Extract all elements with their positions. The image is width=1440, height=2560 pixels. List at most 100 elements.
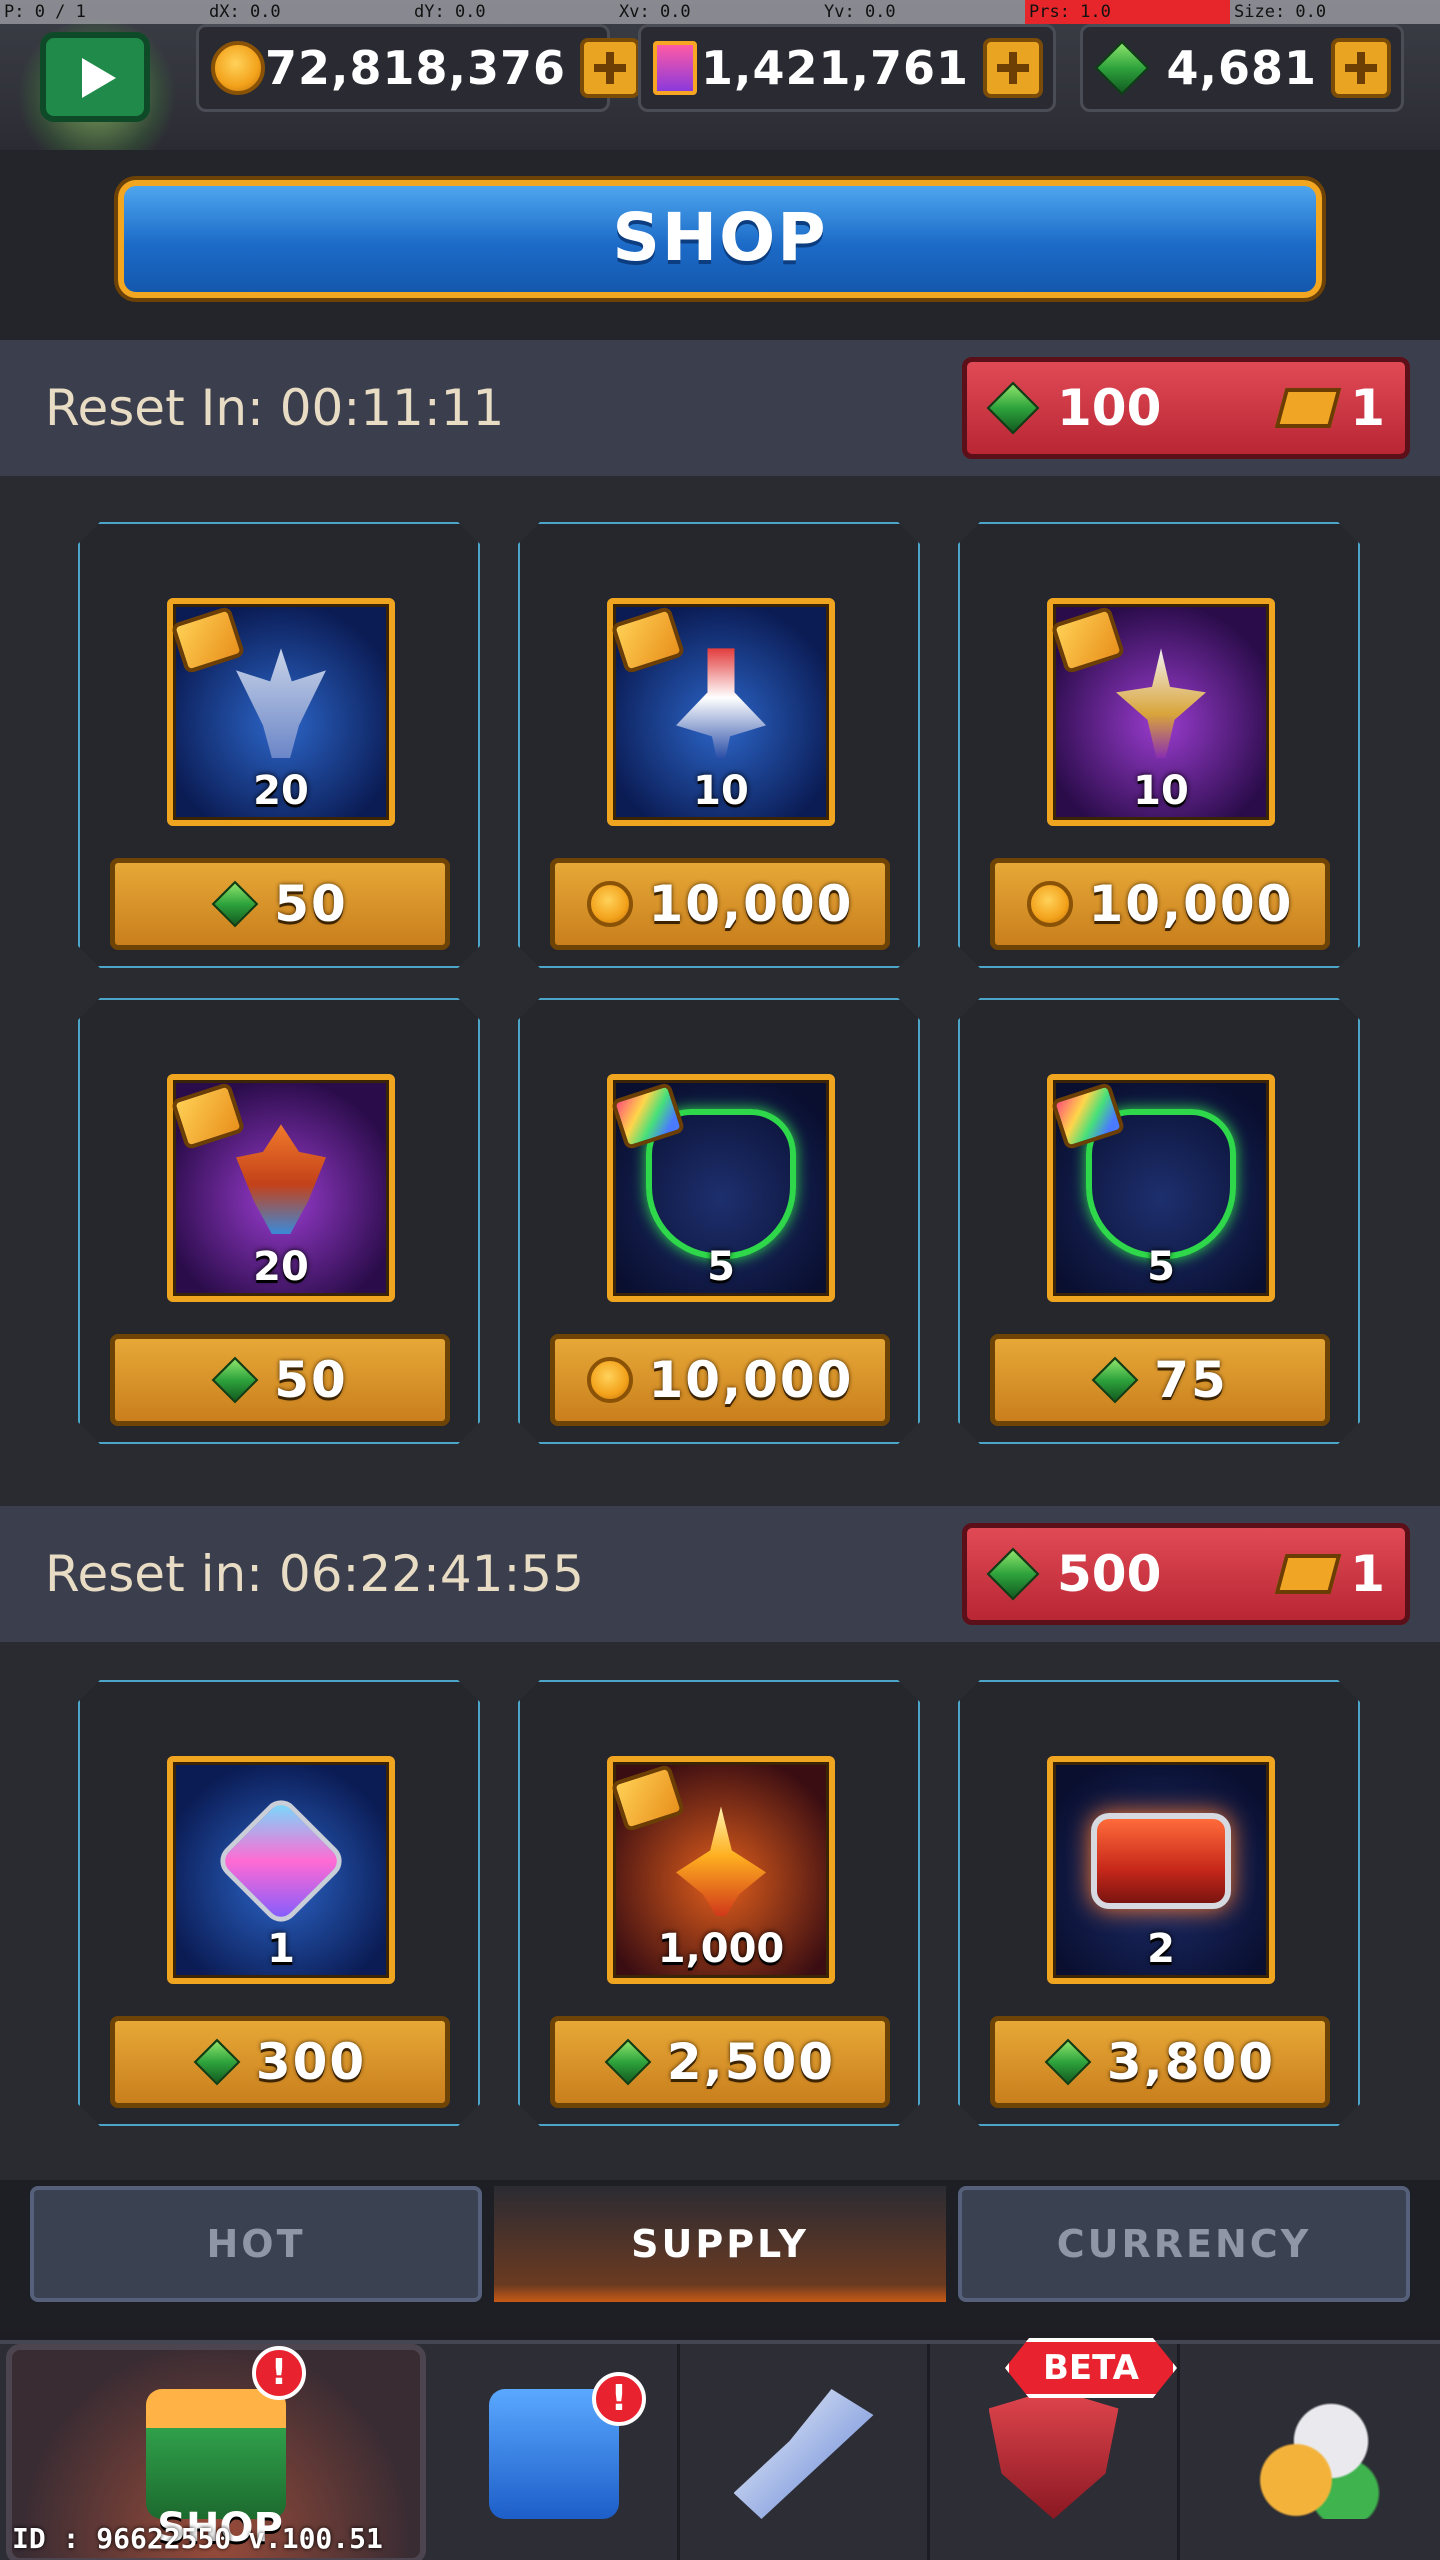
card-icon [653,41,697,95]
gem-amount: 4,681 [1166,41,1317,95]
section2-ticket-count: 1 [1350,1545,1385,1603]
add-gems-button[interactable] [1331,38,1391,98]
item-quantity: 10 [1133,768,1189,814]
nav-rewards[interactable] [1180,2344,1440,2560]
shop-header: SHOP [0,150,1440,340]
section1-refresh-cost: 100 [1057,379,1162,437]
gem-icon [1091,1356,1139,1404]
section1-ticket-count: 1 [1350,379,1385,437]
shop-item-card[interactable]: 1 300 [78,1680,480,2126]
item-price-button[interactable]: 3,800 [990,2016,1330,2108]
section1-reset-bar: Reset In: 00:11:11 100 1 [0,340,1440,476]
section2-reset-timer: Reset in: 06:22:41:55 [45,1545,584,1603]
video-ad-button[interactable] [12,10,182,170]
coin-counter: 72,818,376 [196,24,641,112]
coin-icon [586,1357,633,1403]
coin-icon [586,881,633,927]
tab-supply[interactable]: SUPPLY [494,2186,946,2302]
item-price: 10,000 [648,875,854,933]
coin-icon [211,41,265,95]
card-counter: 1,421,761 [638,24,1056,112]
coin-icon [1026,881,1073,927]
debug-dy: dY: 0.0 [414,2,486,22]
nav-ships[interactable] [680,2344,930,2560]
crystal-badge-icon [213,1793,349,1930]
item-frame: 1 [167,1756,395,1984]
item-price-button[interactable]: 50 [110,858,450,950]
gold-puzzle-piece-icon [170,605,246,675]
add-cards-button[interactable] [983,38,1043,98]
shop-item-card[interactable]: 10 10,000 [518,522,920,968]
add-coins-button[interactable] [580,38,641,98]
shop-item-card[interactable]: 2 3,800 [958,1680,1360,2126]
item-price: 300 [255,2033,367,2091]
shop-item-card[interactable]: 20 50 [78,998,480,1444]
item-quantity: 20 [253,768,309,814]
item-price: 10,000 [1088,875,1294,933]
ship-art-icon [236,648,326,759]
coin-amount: 72,818,376 [265,41,567,95]
chest-alert-badge: ! [592,2372,646,2426]
section1-refresh-button[interactable]: 100 1 [962,357,1410,459]
item-frame: 20 [167,1074,395,1302]
shop-item-card[interactable]: 5 75 [958,998,1360,1444]
item-price: 50 [274,875,348,933]
gem-icon [193,2038,241,2086]
shop-item-card[interactable]: 10 10,000 [958,522,1360,968]
item-quantity: 5 [707,1244,735,1290]
refresh-ticket-icon [1274,388,1342,428]
shop-alert-badge: ! [252,2346,306,2400]
ship-art-icon [1116,648,1206,759]
gem-icon [986,1547,1040,1601]
gem-icon [986,381,1040,435]
shop-item-card[interactable]: 5 10,000 [518,998,920,1444]
shop-item-card[interactable]: 20 50 [78,522,480,968]
beta-badge: BETA [1005,2338,1177,2398]
category-tabs: HOT SUPPLY CURRENCY [0,2180,1440,2330]
refresh-ticket-icon [1274,1554,1342,1594]
item-frame: 10 [607,598,835,826]
item-quantity: 1 [267,1926,295,1972]
item-price-button[interactable]: 50 [110,1334,450,1426]
item-price-button[interactable]: 10,000 [550,1334,890,1426]
section1-items-panel: 20 50 10 10,000 10 10,000 20 50 5 10,000… [0,476,1440,1506]
item-price: 3,800 [1106,2033,1276,2091]
item-price-button[interactable]: 10,000 [990,858,1330,950]
item-quantity: 10 [693,768,749,814]
item-price-button[interactable]: 2,500 [550,2016,890,2108]
tab-currency[interactable]: CURRENCY [958,2186,1410,2302]
page-title: SHOP [612,199,828,276]
section2-refresh-button[interactable]: 500 1 [962,1523,1410,1625]
item-quantity: 20 [253,1244,309,1290]
spaceship-icon [733,2389,874,2519]
gold-puzzle-piece-icon [170,1081,246,1151]
shop-title-banner: SHOP [118,180,1322,298]
item-frame: 5 [607,1074,835,1302]
item-price-button[interactable]: 300 [110,2016,450,2108]
item-price-button[interactable]: 10,000 [550,858,890,950]
gold-puzzle-piece-icon [1050,605,1126,675]
gem-icon [604,2038,652,2086]
debug-pointer: P: 0 / 1 [4,2,86,22]
debug-overlay: P: 0 / 1 dX: 0.0 dY: 0.0 Xv: 0.0 Yv: 0.0… [0,0,1440,24]
nav-chests[interactable] [430,2344,680,2560]
tab-hot[interactable]: HOT [30,2186,482,2302]
card-amount: 1,421,761 [701,41,969,95]
item-quantity: 5 [1147,1244,1175,1290]
gold-puzzle-piece-icon [610,605,686,675]
shop-item-card[interactable]: 1,000 2,500 [518,1680,920,2126]
item-frame: 20 [167,598,395,826]
item-price-button[interactable]: 75 [990,1334,1330,1426]
winged-shield-icon [988,2389,1119,2519]
section2-refresh-cost: 500 [1057,1545,1162,1603]
tv-play-icon [40,32,150,122]
gem-icon [1094,40,1150,96]
ship-art-icon [236,1124,326,1235]
debug-yv: Yv: 0.0 [824,2,896,22]
section2-reset-bar: Reset in: 06:22:41:55 500 1 [0,1506,1440,1642]
item-frame: 5 [1047,1074,1275,1302]
item-frame: 1,000 [607,1756,835,1984]
debug-dx: dX: 0.0 [209,2,281,22]
section1-reset-timer: Reset In: 00:11:11 [45,379,505,437]
gold-puzzle-piece-icon [610,1763,686,1833]
